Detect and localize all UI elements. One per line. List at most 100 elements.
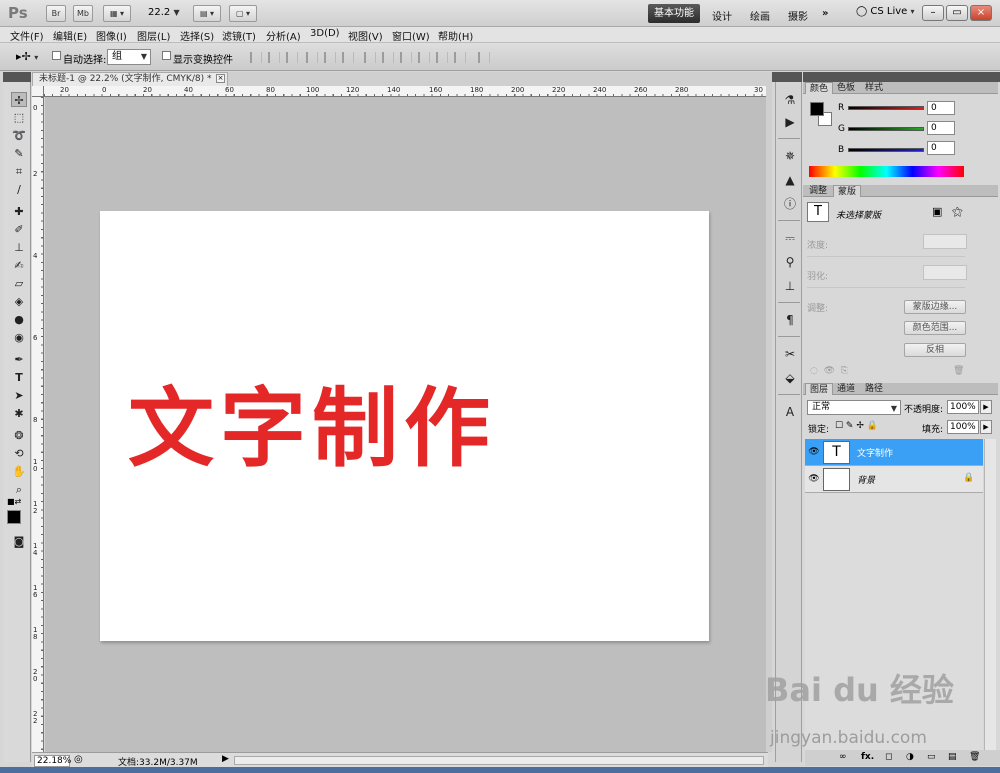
align-left-icon[interactable]	[306, 52, 318, 63]
view-extras-button[interactable]: ▦ ▾	[103, 5, 131, 22]
default-colors-icon[interactable]: ■⇄	[7, 497, 21, 506]
new-group-icon[interactable]: ▭	[927, 752, 936, 762]
lock-icons[interactable]: ☐ ✎ ✢ 🔒	[835, 421, 878, 431]
show-transform-checkbox[interactable]	[162, 51, 171, 63]
clone-source-icon[interactable]: ⚲	[782, 254, 798, 270]
menu-view[interactable]: 视图(V)	[348, 28, 383, 43]
panels-header[interactable]	[803, 72, 1000, 82]
vertical-scrollbar[interactable]	[766, 72, 772, 752]
layers-scrollbar[interactable]	[984, 439, 996, 750]
tab-layers[interactable]: 图层	[805, 383, 834, 395]
minimize-button[interactable]: –	[922, 5, 944, 21]
workspace-photography[interactable]: 摄影	[788, 8, 808, 23]
tab-channels[interactable]: 通道	[833, 383, 859, 395]
tool-presets-icon[interactable]: ⊥	[782, 278, 798, 294]
tab-paths[interactable]: 路径	[861, 383, 887, 395]
pen-tool-icon[interactable]: ✒	[11, 352, 27, 367]
link-layers-icon[interactable]: ∞	[839, 752, 847, 762]
fill-arrow-icon[interactable]: ▶	[980, 420, 992, 434]
opacity-arrow-icon[interactable]: ▶	[980, 400, 992, 414]
quick-select-tool-icon[interactable]: ✎	[11, 146, 27, 161]
vector-mask-icon[interactable]: ⚝	[952, 205, 963, 219]
status-zoom-field[interactable]: 22.18%	[34, 755, 71, 767]
auto-align-icon[interactable]	[478, 52, 490, 63]
blue-value-field[interactable]: 0	[927, 141, 955, 155]
crop-tool-icon[interactable]: ⌗	[11, 164, 27, 179]
brush-presets-icon[interactable]: ⎓	[782, 230, 798, 246]
marquee-tool-icon[interactable]: ⬚	[11, 110, 27, 125]
pixel-mask-icon[interactable]: ▣	[932, 205, 942, 218]
zoom-level-select[interactable]: 22.2 ▼	[148, 7, 180, 18]
move-tool-icon[interactable]: ✢	[11, 92, 27, 107]
align-right-icon[interactable]	[342, 52, 354, 63]
cs-live-button[interactable]: ◯ CS Live ▾	[856, 6, 915, 17]
spot-heal-tool-icon[interactable]: ✚	[11, 204, 27, 219]
workspace-essentials-button[interactable]: 基本功能	[648, 4, 700, 23]
menu-file[interactable]: 文件(F)	[10, 28, 44, 43]
add-mask-icon[interactable]: ◻	[885, 752, 892, 762]
3d-orbit-tool-icon[interactable]: ⟲	[11, 446, 27, 461]
menu-edit[interactable]: 编辑(E)	[53, 28, 87, 43]
brush-tool-icon[interactable]: ✐	[11, 222, 27, 237]
history-brush-tool-icon[interactable]: ✍	[11, 258, 27, 273]
opacity-field[interactable]: 100%	[947, 400, 979, 414]
red-slider[interactable]	[848, 106, 924, 110]
distribute-vcenter-icon[interactable]	[382, 52, 394, 63]
menu-help[interactable]: 帮助(H)	[438, 28, 473, 43]
paint-bucket-tool-icon[interactable]: ◈	[11, 294, 27, 309]
workspace-design[interactable]: 设计	[712, 8, 732, 23]
more-workspaces-button[interactable]: »	[822, 8, 828, 19]
path-select-tool-icon[interactable]: ➤	[11, 388, 27, 403]
mini-bridge-button[interactable]: Mb	[73, 5, 93, 22]
mask-delete-icon[interactable]: 🗑	[953, 366, 964, 376]
actions-play-icon[interactable]: ▶	[782, 114, 798, 130]
menu-filter[interactable]: 滤镜(T)	[222, 28, 256, 43]
auto-select-dropdown[interactable]: 组 ▼	[107, 49, 151, 65]
navigator-icon[interactable]: ✵	[782, 148, 798, 164]
canvas-text-layer[interactable]: 文字制作	[128, 358, 688, 483]
invert-button[interactable]: 反相	[904, 343, 966, 357]
3d-rotate-tool-icon[interactable]: ❂	[11, 428, 27, 443]
green-slider[interactable]	[848, 127, 924, 131]
menu-layer[interactable]: 图层(L)	[137, 28, 170, 43]
align-hcenter-icon[interactable]	[324, 52, 336, 63]
blur-tool-icon[interactable]: ●	[11, 312, 27, 327]
layer-row[interactable]: 👁 T 文字制作	[805, 439, 983, 466]
status-info-icon[interactable]: ◎	[74, 754, 83, 765]
horizontal-scrollbar[interactable]	[234, 756, 764, 765]
character-icon[interactable]: A	[782, 404, 798, 420]
color-spectrum-ramp[interactable]	[809, 166, 964, 177]
menu-window[interactable]: 窗口(W)	[392, 28, 430, 43]
blue-slider[interactable]	[848, 148, 924, 152]
blend-mode-dropdown[interactable]: 正常 ▼	[807, 400, 901, 415]
mask-bottom-icons[interactable]: ◌ 👁 ⎘	[810, 366, 848, 376]
tab-swatches[interactable]: 色板	[833, 82, 859, 94]
clone-stamp-tool-icon[interactable]: ⊥	[11, 240, 27, 255]
workspace-painting[interactable]: 绘画	[750, 8, 770, 23]
shape-tool-icon[interactable]: ✱	[11, 406, 27, 421]
type-tool-icon[interactable]: T	[11, 370, 27, 385]
tab-adjustments[interactable]: 调整	[805, 185, 831, 197]
restore-button[interactable]: ▭	[946, 5, 968, 21]
tab-masks[interactable]: 蒙版	[833, 185, 862, 197]
ruler-origin[interactable]	[32, 86, 44, 97]
eraser-tool-icon[interactable]: ▱	[11, 276, 27, 291]
screen-mode-button[interactable]: ▢ ▾	[229, 5, 257, 22]
3d-panel-icon[interactable]: ✂	[782, 346, 798, 362]
tab-color[interactable]: 颜色	[805, 82, 834, 94]
quick-mask-icon[interactable]: ◙	[11, 534, 27, 549]
toolbox-header[interactable]	[3, 72, 31, 82]
distribute-top-icon[interactable]	[364, 52, 376, 63]
align-bottom-icon[interactable]	[286, 52, 298, 63]
menu-analysis[interactable]: 分析(A)	[266, 28, 301, 43]
adjustment-layer-icon[interactable]: ◑	[906, 752, 914, 762]
dock-header[interactable]	[772, 72, 802, 82]
histogram-icon[interactable]: ▲	[782, 172, 798, 188]
align-top-icon[interactable]	[250, 52, 262, 63]
distribute-hcenter-icon[interactable]	[436, 52, 448, 63]
distribute-left-icon[interactable]	[418, 52, 430, 63]
menu-image[interactable]: 图像(I)	[96, 28, 127, 43]
paragraph-icon[interactable]: ¶	[782, 312, 798, 328]
close-document-icon[interactable]: ×	[216, 74, 225, 83]
arrange-documents-button[interactable]: ▤ ▾	[193, 5, 221, 22]
